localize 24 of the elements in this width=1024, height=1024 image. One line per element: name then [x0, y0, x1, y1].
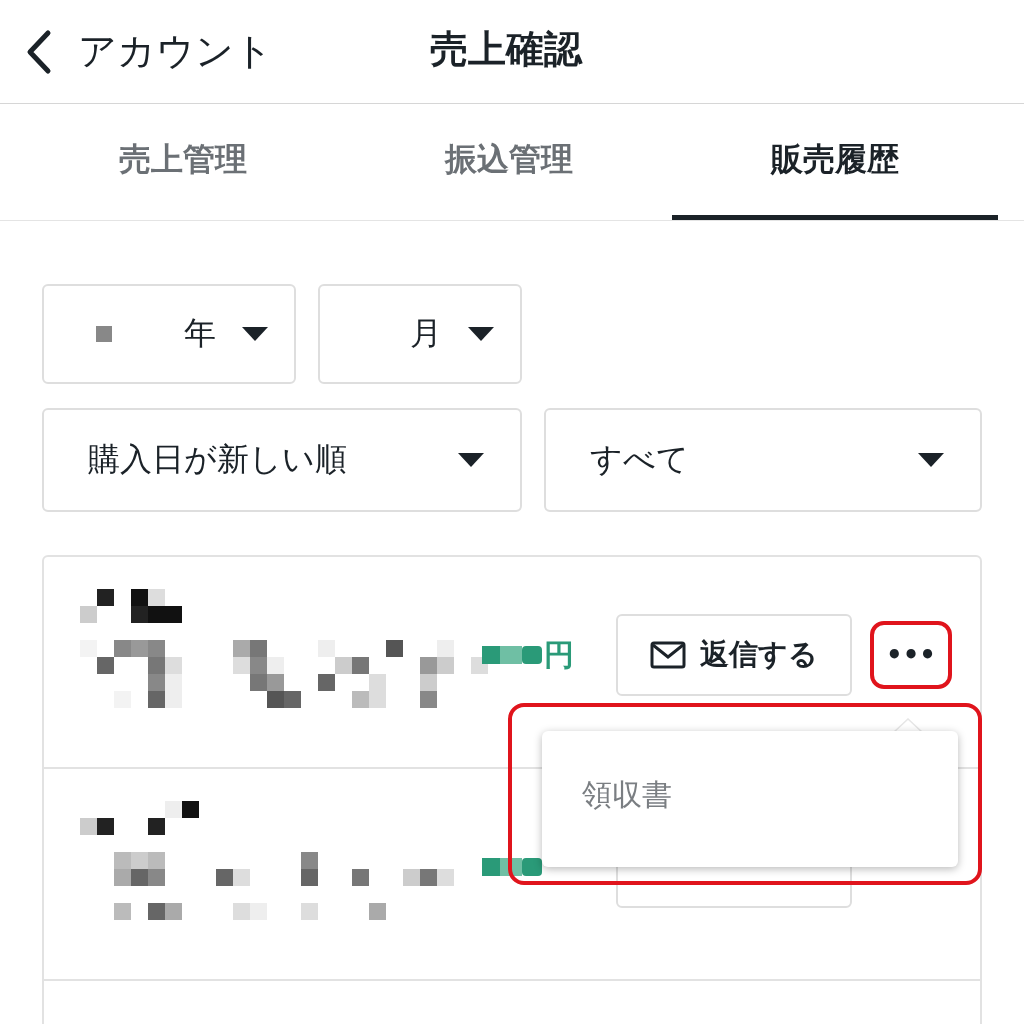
currency-label: 円 — [544, 635, 574, 674]
caret-icon — [242, 327, 268, 341]
dropdown[interactable]: 年 — [42, 284, 296, 384]
dropdown-label: すべて — [590, 439, 689, 480]
page-title: 売上確認 — [430, 26, 582, 73]
tab[interactable]: 振込管理 — [346, 104, 672, 220]
back-button[interactable]: アカウント — [0, 26, 273, 77]
dropdown-label: 年 — [184, 313, 216, 354]
redacted-amount — [482, 646, 544, 664]
mail-icon — [650, 641, 686, 669]
redacted-amount — [482, 858, 544, 876]
caret-icon — [468, 327, 494, 341]
more-button[interactable]: ••• — [876, 627, 946, 683]
dropdown[interactable]: 購入日が新しい順 — [42, 408, 522, 512]
dropdown[interactable]: 月 — [318, 284, 522, 384]
dropdown[interactable]: すべて — [544, 408, 982, 512]
tab[interactable]: 売上管理 — [20, 104, 346, 220]
dropdown-label: 月 — [410, 313, 442, 354]
reply-button[interactable]: 返信する — [616, 614, 852, 696]
dropdown-label: 購入日が新しい順 — [88, 439, 347, 480]
caret-icon — [458, 453, 484, 467]
tab[interactable]: 販売履歴 — [672, 104, 998, 220]
menu-item[interactable]: 領収書 — [582, 775, 672, 816]
caret-icon — [918, 453, 944, 467]
